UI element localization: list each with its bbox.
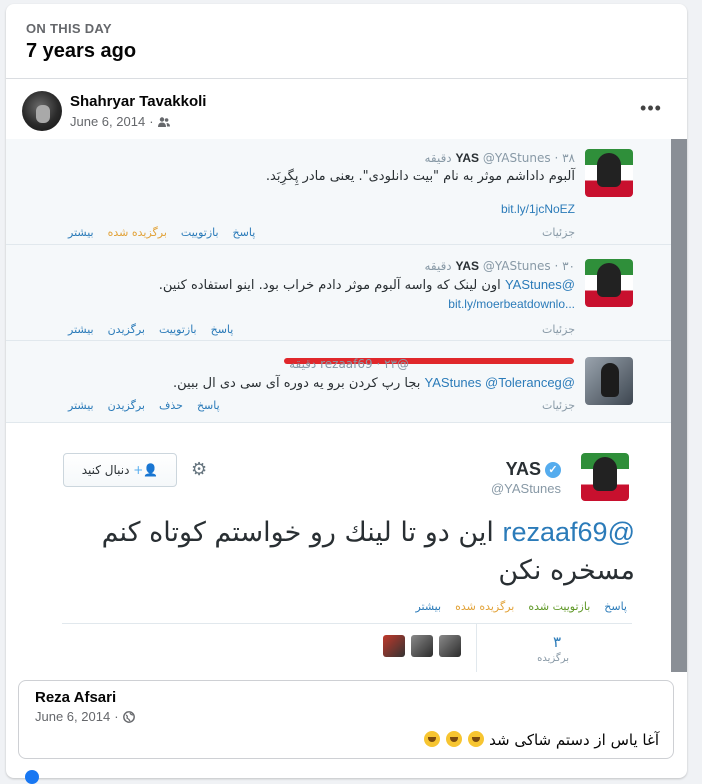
- more-action: بیشتر: [68, 323, 94, 336]
- expanded-tweet: YAS ✓ @YAStunes 👤+ دنبال کنید ⚙ @rezaaf6…: [6, 423, 671, 672]
- separator-dot: ·: [114, 709, 119, 724]
- more-action: بیشتر: [415, 600, 442, 613]
- tweet-body: اون لینک که واسه آلبوم موثر دادم خراب بو…: [158, 278, 501, 293]
- expanded-tweet-name-row: YAS ✓: [506, 459, 561, 480]
- memory-card: ON THIS DAY 7 years ago Shahryar Tavakko…: [6, 4, 687, 778]
- tweet-item: @rezaaf69 · ۲۳ دقیقه @YAStunes @Toleranc…: [6, 341, 671, 423]
- add-user-icon: 👤+: [133, 463, 159, 477]
- tweet-actions: پاسخ حذف برگزیدن بیشتر: [68, 399, 220, 412]
- follow-button: 👤+ دنبال کنید: [63, 453, 177, 487]
- delete-action: حذف: [158, 399, 183, 412]
- shared-screenshot[interactable]: YAS @YAStunes · ۳۸ دقیقه آلبوم داداشم مو…: [6, 139, 687, 672]
- tweet-mention: @YAStunes: [504, 277, 575, 292]
- tweet-name: YAS: [455, 151, 480, 165]
- favoriters-avatars: [383, 635, 461, 657]
- tweet-avatar: [585, 149, 633, 197]
- friends-icon: [157, 116, 170, 127]
- tweet-name: YAS: [455, 259, 480, 273]
- tweet-text: @YAStunes اون لینک که واسه آلبوم موثر دا…: [159, 277, 575, 293]
- gear-icon: ⚙: [191, 459, 208, 480]
- tweet-actions: پاسخ بازتوییت برگزیدن بیشتر: [68, 323, 233, 336]
- tweet-header: YAS @YAStunes · ۳۸ دقیقه: [424, 151, 575, 165]
- stats-vertical-divider: [476, 623, 477, 672]
- facebook-icon: [25, 770, 39, 784]
- tweet-mention: @YAStunes @Toleranceg: [424, 375, 575, 390]
- post-date[interactable]: June 6, 2014: [70, 114, 145, 129]
- post-meta: June 6, 2014 ·: [70, 114, 170, 129]
- tweet-details: جزئیات: [542, 399, 575, 412]
- post-author[interactable]: Shahryar Tavakkoli: [70, 93, 206, 110]
- favoriter-avatar: [383, 635, 405, 657]
- reply-action: پاسخ: [232, 226, 256, 239]
- retweeted-action: بازتوییت شده: [528, 600, 591, 613]
- comment-meta: June 6, 2014 ·: [35, 709, 135, 724]
- tweet-header: @rezaaf69 · ۲۳ دقیقه: [289, 357, 409, 371]
- tweet-avatar: [585, 259, 633, 307]
- tweet-details: جزئیات: [542, 226, 575, 239]
- more-action: بیشتر: [68, 226, 94, 239]
- more-options-icon[interactable]: •••: [636, 98, 666, 120]
- reply-action: پاسخ: [196, 399, 220, 412]
- retweet-action: بازتوییت: [180, 226, 219, 239]
- divider: [6, 78, 687, 79]
- expanded-tweet-mention: @rezaaf69: [502, 517, 636, 547]
- tweet-item: YAS @YAStunes · ۳۸ دقیقه آلبوم داداشم مو…: [6, 139, 671, 245]
- comment-card: Reza Afsari June 6, 2014 · آغا یاس از دس…: [18, 680, 674, 759]
- tweet-header: YAS @YAStunes · ۳۰ دقیقه: [424, 259, 575, 273]
- favoriter-avatar: [411, 635, 433, 657]
- separator-dot: ·: [149, 114, 154, 129]
- comment-body: آغا یاس از دستم شاکی شد: [489, 731, 659, 749]
- verified-icon: ✓: [545, 461, 561, 478]
- stats-divider: [62, 623, 632, 624]
- globe-icon: [122, 710, 135, 723]
- tweet-item: YAS @YAStunes · ۳۰ دقیقه @YAStunes اون ل…: [6, 245, 671, 341]
- more-action: بیشتر: [68, 399, 94, 412]
- comment-date[interactable]: June 6, 2014: [35, 709, 110, 724]
- comment-text: آغا یاس از دستم شاکی شد: [418, 731, 659, 749]
- tweet-link: bit.ly/1jcNoEZ: [500, 202, 575, 216]
- memory-label: ON THIS DAY: [26, 21, 112, 36]
- tweet-handle: @YAStunes: [482, 151, 551, 165]
- comment-author[interactable]: Reza Afsari: [35, 689, 116, 706]
- favorited-action: برگزیده شده: [455, 600, 515, 613]
- laughing-emoji-icon: [446, 731, 463, 747]
- tweet-body: بجا رپ کردن برو یه دوره آی سی دی ال ببین…: [173, 376, 421, 391]
- tweet-handle: @YAStunes: [482, 259, 551, 273]
- favorite-action: برگزیده شده: [107, 226, 167, 239]
- favorite-count: ۳: [552, 634, 561, 651]
- follow-label: دنبال کنید: [81, 463, 130, 477]
- favorite-action: برگزیدن: [107, 323, 145, 336]
- reply-action: پاسخ: [210, 323, 234, 336]
- author-avatar[interactable]: [22, 91, 62, 131]
- tweet-avatar: [585, 357, 633, 405]
- expanded-tweet-avatar: [581, 453, 629, 501]
- tweet-text: @YAStunes @Toleranceg بجا رپ کردن برو یه…: [173, 375, 575, 391]
- laughing-emoji-icon: [468, 731, 485, 747]
- favorite-action: برگزیدن: [107, 399, 145, 412]
- tweet-text: آلبوم داداشم موثر به نام "بیت دانلودی". …: [265, 169, 575, 184]
- expanded-tweet-name: YAS: [505, 459, 541, 479]
- expanded-tweet-actions: پاسخ بازتوییت شده برگزیده شده بیشتر: [415, 600, 627, 613]
- favoriter-avatar: [439, 635, 461, 657]
- reply-action: پاسخ: [604, 600, 627, 613]
- favorite-count-label: برگزیده: [537, 653, 569, 664]
- expanded-tweet-text: @rezaaf69 این دو تا لینك رو خواستم كوتاه…: [55, 513, 635, 590]
- tweet-details: جزئیات: [542, 323, 575, 336]
- laughing-emoji-icon: [424, 731, 441, 747]
- retweet-action: بازتوییت: [158, 323, 197, 336]
- tweet-link: bit.ly/moerbeatdownlo...: [448, 297, 575, 311]
- tweet-actions: پاسخ بازتوییت برگزیده شده بیشتر: [68, 226, 255, 239]
- expanded-tweet-handle: @YAStunes: [490, 481, 561, 496]
- twitter-screenshot: YAS @YAStunes · ۳۸ دقیقه آلبوم داداشم مو…: [6, 139, 671, 672]
- memory-title: 7 years ago: [26, 40, 137, 62]
